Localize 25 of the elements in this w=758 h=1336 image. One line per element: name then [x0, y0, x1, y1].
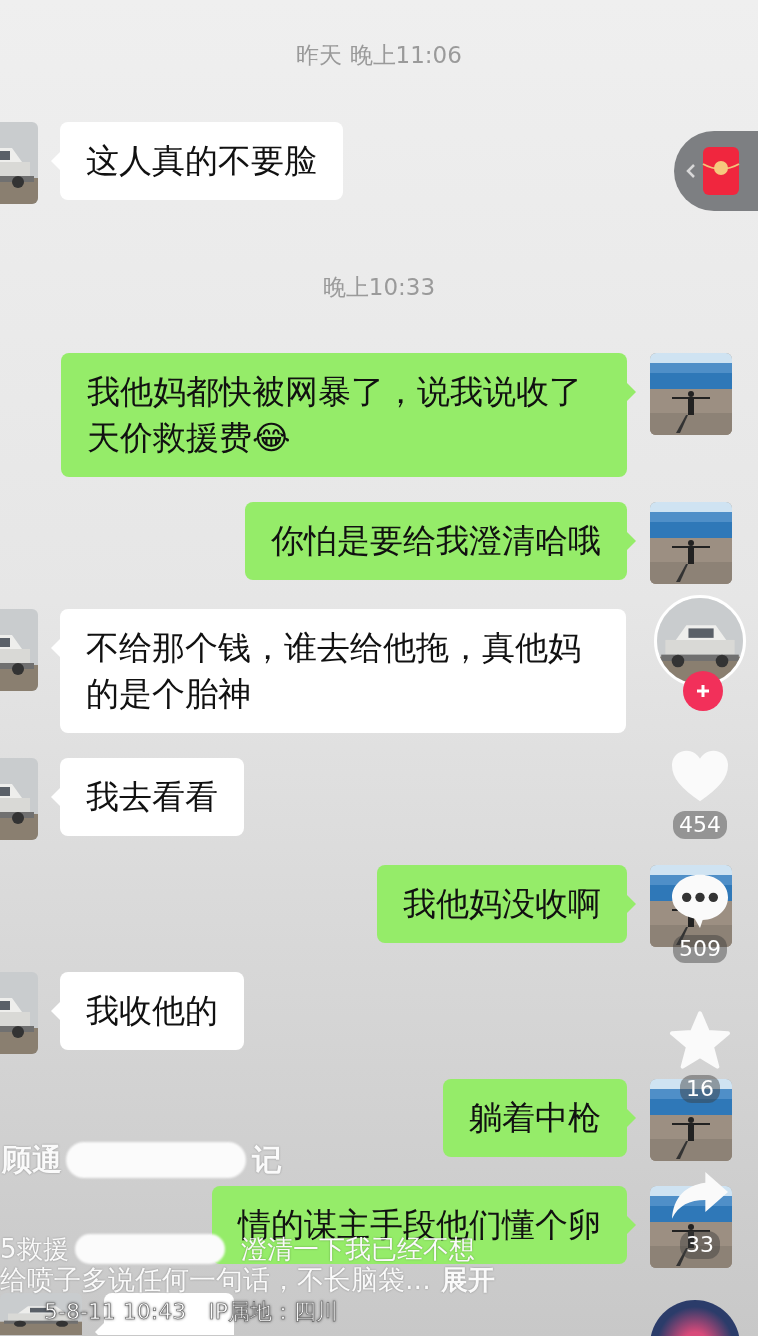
star-icon[interactable] [668, 1009, 732, 1071]
action-count: 33 [680, 1231, 720, 1259]
bubble-tail [627, 532, 636, 550]
gift-envelope-tab[interactable] [674, 131, 758, 211]
follow-button[interactable] [683, 671, 723, 711]
message-bubble: 我去看看 [60, 758, 244, 836]
envelope-icon [702, 146, 740, 196]
message-bubble: 你怕是要给我澄清哈哦 [245, 502, 627, 580]
message-bubble: 躺着中枪 [443, 1079, 627, 1157]
action-count: 16 [680, 1075, 720, 1103]
bubble-tail [627, 895, 636, 913]
action-count: 509 [673, 935, 727, 963]
message-bubble: 我他妈都快被网暴了，说我说收了天价救援费😂 [61, 353, 627, 477]
bubble-tail [627, 1109, 636, 1127]
post-date: 5-8-11 10:43 [44, 1298, 187, 1326]
message-bubble: 不给那个钱，谁去给他拖，真他妈的是个胎神 [60, 609, 626, 733]
message-bubble: 我他妈没收啊 [377, 865, 627, 943]
chevron-left-icon [686, 163, 696, 179]
timestamp: 晚上10:33 [322, 273, 436, 302]
timestamp: 昨天 晚上11:06 [296, 41, 462, 70]
ip-location: IP属地：四川 [208, 1298, 339, 1326]
action-count: 454 [673, 811, 727, 839]
bubble-tail [627, 383, 636, 401]
message-bubble: 这人真的不要脸 [60, 122, 343, 200]
message-bubble: 我收他的 [60, 972, 244, 1050]
